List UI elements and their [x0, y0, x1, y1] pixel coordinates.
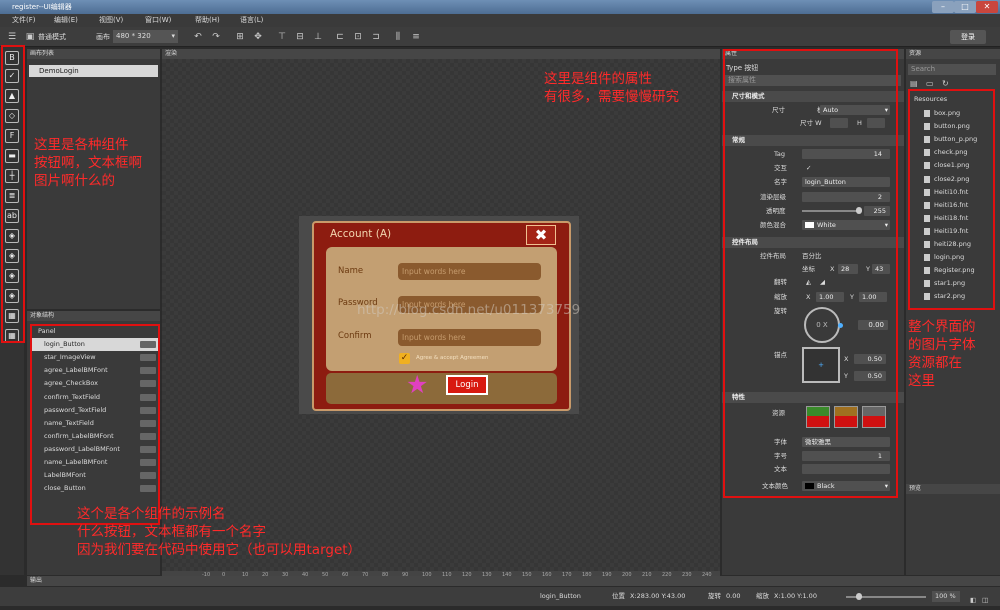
name-textfield[interactable]: Input words here	[398, 263, 541, 280]
confirm-label: Confirm	[338, 331, 372, 341]
resources-header: 资源	[906, 49, 1000, 59]
menu-edit[interactable]: 编辑(E)	[54, 14, 78, 27]
zoom-reset-icon[interactable]: ◫	[982, 591, 990, 604]
zoom-fit-icon[interactable]: ◧	[970, 591, 978, 604]
login-button-widget[interactable]: Login	[446, 375, 488, 395]
align-bottom-icon[interactable]: ⊥	[312, 31, 324, 43]
align-left-icon[interactable]: ⊏	[334, 31, 346, 43]
canvas-size-select[interactable]: 480 * 320 ▾	[113, 30, 178, 43]
name-label: Name	[338, 266, 364, 276]
resource-search[interactable]: Search	[908, 64, 996, 75]
agree-checkbox[interactable]: ✓	[399, 353, 410, 364]
canvas-label: 画布	[96, 33, 110, 41]
canvas-item-demologin[interactable]: DemoLogin	[29, 65, 158, 77]
annotation-widgets: 这里是各种组件 按钮啊，文本框啊 图片啊什么的	[34, 137, 142, 189]
distribute-h-icon[interactable]: ⫼	[392, 31, 404, 43]
redo-icon[interactable]: ↷	[210, 31, 222, 43]
menu-view[interactable]: 视图(V)	[99, 14, 123, 27]
bottom-bar	[326, 373, 557, 404]
close-window-button[interactable]: ✕	[976, 1, 998, 13]
maximize-button[interactable]: □	[954, 1, 976, 13]
watermark: http://blog.csdn.net/u011373759	[357, 302, 581, 318]
distribute-v-icon[interactable]: ≡	[410, 31, 422, 43]
highlight-box-resources	[908, 89, 995, 310]
align-right-icon[interactable]: ⊐	[370, 31, 382, 43]
menu-window[interactable]: 窗口(W)	[145, 14, 171, 27]
render-header: 渲染	[162, 49, 720, 59]
toolbar: ☰ ▣ 普通模式 画布 480 * 320 ▾ ↶ ↷ ⊞ ✥ ⊤ ⊟ ⊥ ⊏ ⊡…	[0, 27, 1000, 47]
menu-file[interactable]: 文件(F)	[12, 14, 36, 27]
close-button[interactable]: ✖	[526, 225, 556, 245]
status-position: X:283.00 Y:43.00	[630, 592, 686, 600]
minimize-button[interactable]: –	[932, 1, 954, 13]
login-button[interactable]: 登录	[950, 30, 986, 44]
align-middle-icon[interactable]: ⊟	[294, 31, 306, 43]
status-bar: login_Button 位置 X:283.00 Y:43.00 旋转 0.00…	[0, 587, 1000, 606]
menu-bar: 文件(F) 编辑(E) 视图(V) 窗口(W) 帮助(H) 语言(L)	[0, 14, 1000, 27]
refresh-icon[interactable]: ↻	[942, 79, 949, 88]
zoom-field[interactable]: 100 %	[932, 591, 960, 602]
mode-icon: ▣	[25, 32, 35, 42]
object-structure-header: 对象结构	[27, 311, 160, 321]
output-header: 输出	[27, 576, 1000, 586]
status-object-name: login_Button	[540, 592, 581, 600]
window-title: register--UI编辑器	[0, 0, 1000, 14]
hamburger-icon[interactable]: ☰	[6, 31, 18, 43]
preview-header: 预览	[906, 484, 1000, 494]
align-center-icon[interactable]: ⊡	[352, 31, 364, 43]
mode-label: 普通模式	[38, 33, 66, 41]
annotation-names: 这个是各个组件的示例名 什么按钮，文本框都有一个名字 因为我们要在代码中使用它（也可…	[77, 506, 362, 558]
highlight-box-widgets	[1, 45, 25, 343]
agree-label: Agree & accept Agreemen	[416, 355, 489, 361]
highlight-box-tree	[30, 324, 160, 525]
menu-help[interactable]: 帮助(H)	[195, 14, 220, 27]
annotation-properties: 这里是组件的属性 有很多，需要慢慢研究	[544, 71, 679, 105]
align-top-icon[interactable]: ⊤	[276, 31, 288, 43]
dialog-title: Account (A)	[330, 228, 392, 240]
menu-language[interactable]: 语言(L)	[240, 14, 263, 27]
folder-icon[interactable]: ▭	[926, 79, 934, 88]
zoom-slider-handle[interactable]	[856, 593, 862, 600]
status-rotation: 0.00	[726, 592, 741, 600]
confirm-textfield[interactable]: Input words here	[398, 329, 541, 346]
star-icon: ★	[406, 370, 429, 399]
new-file-icon[interactable]: ▤	[910, 79, 918, 88]
undo-icon[interactable]: ↶	[192, 31, 204, 43]
move-icon[interactable]: ✥	[252, 31, 264, 43]
canvas-list-header: 画布列表	[27, 49, 160, 59]
highlight-box-properties	[723, 49, 898, 498]
status-scale: X:1.00 Y:1.00	[774, 592, 817, 600]
annotation-resources: 整个界面的 的图片字体 资源都在 这里	[908, 319, 976, 389]
select-icon[interactable]: ⊞	[234, 31, 246, 43]
